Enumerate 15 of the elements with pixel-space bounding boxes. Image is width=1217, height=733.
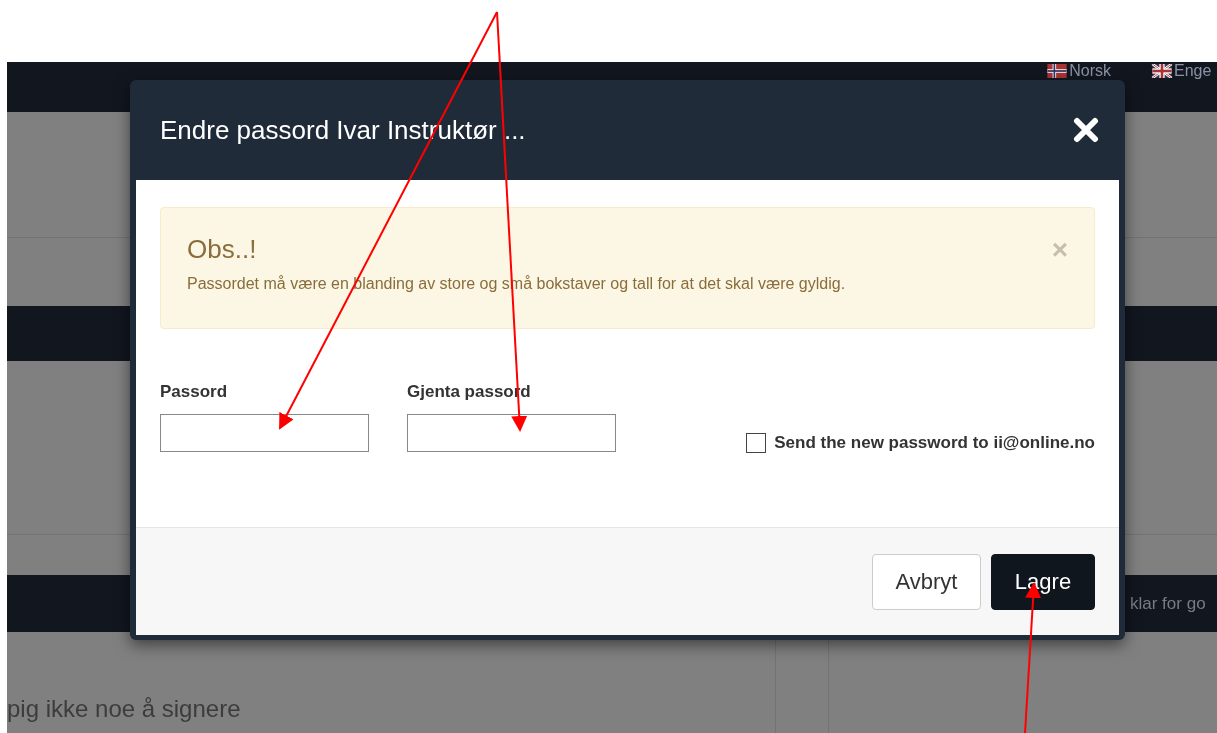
content-text: pig ikke noe å signere [7,695,241,723]
flag-icon [1151,64,1173,78]
close-icon[interactable] [1073,117,1099,143]
save-button[interactable]: Lagre [991,553,1095,610]
language-link[interactable]: Norsk [1046,63,1111,79]
checkbox-label: Send the new password to ii@online.no [774,433,1095,453]
password-field[interactable] [160,414,369,452]
alert-title: Obs..! [187,234,258,265]
language-link[interactable]: Enge [1151,63,1217,79]
password-field[interactable] [407,414,616,452]
checkbox[interactable] [746,433,767,453]
status-text: klar for go [1130,593,1207,614]
field-label: Passord [160,382,229,402]
flag-icon [1046,64,1069,78]
cancel-button[interactable]: Avbryt [872,553,981,610]
